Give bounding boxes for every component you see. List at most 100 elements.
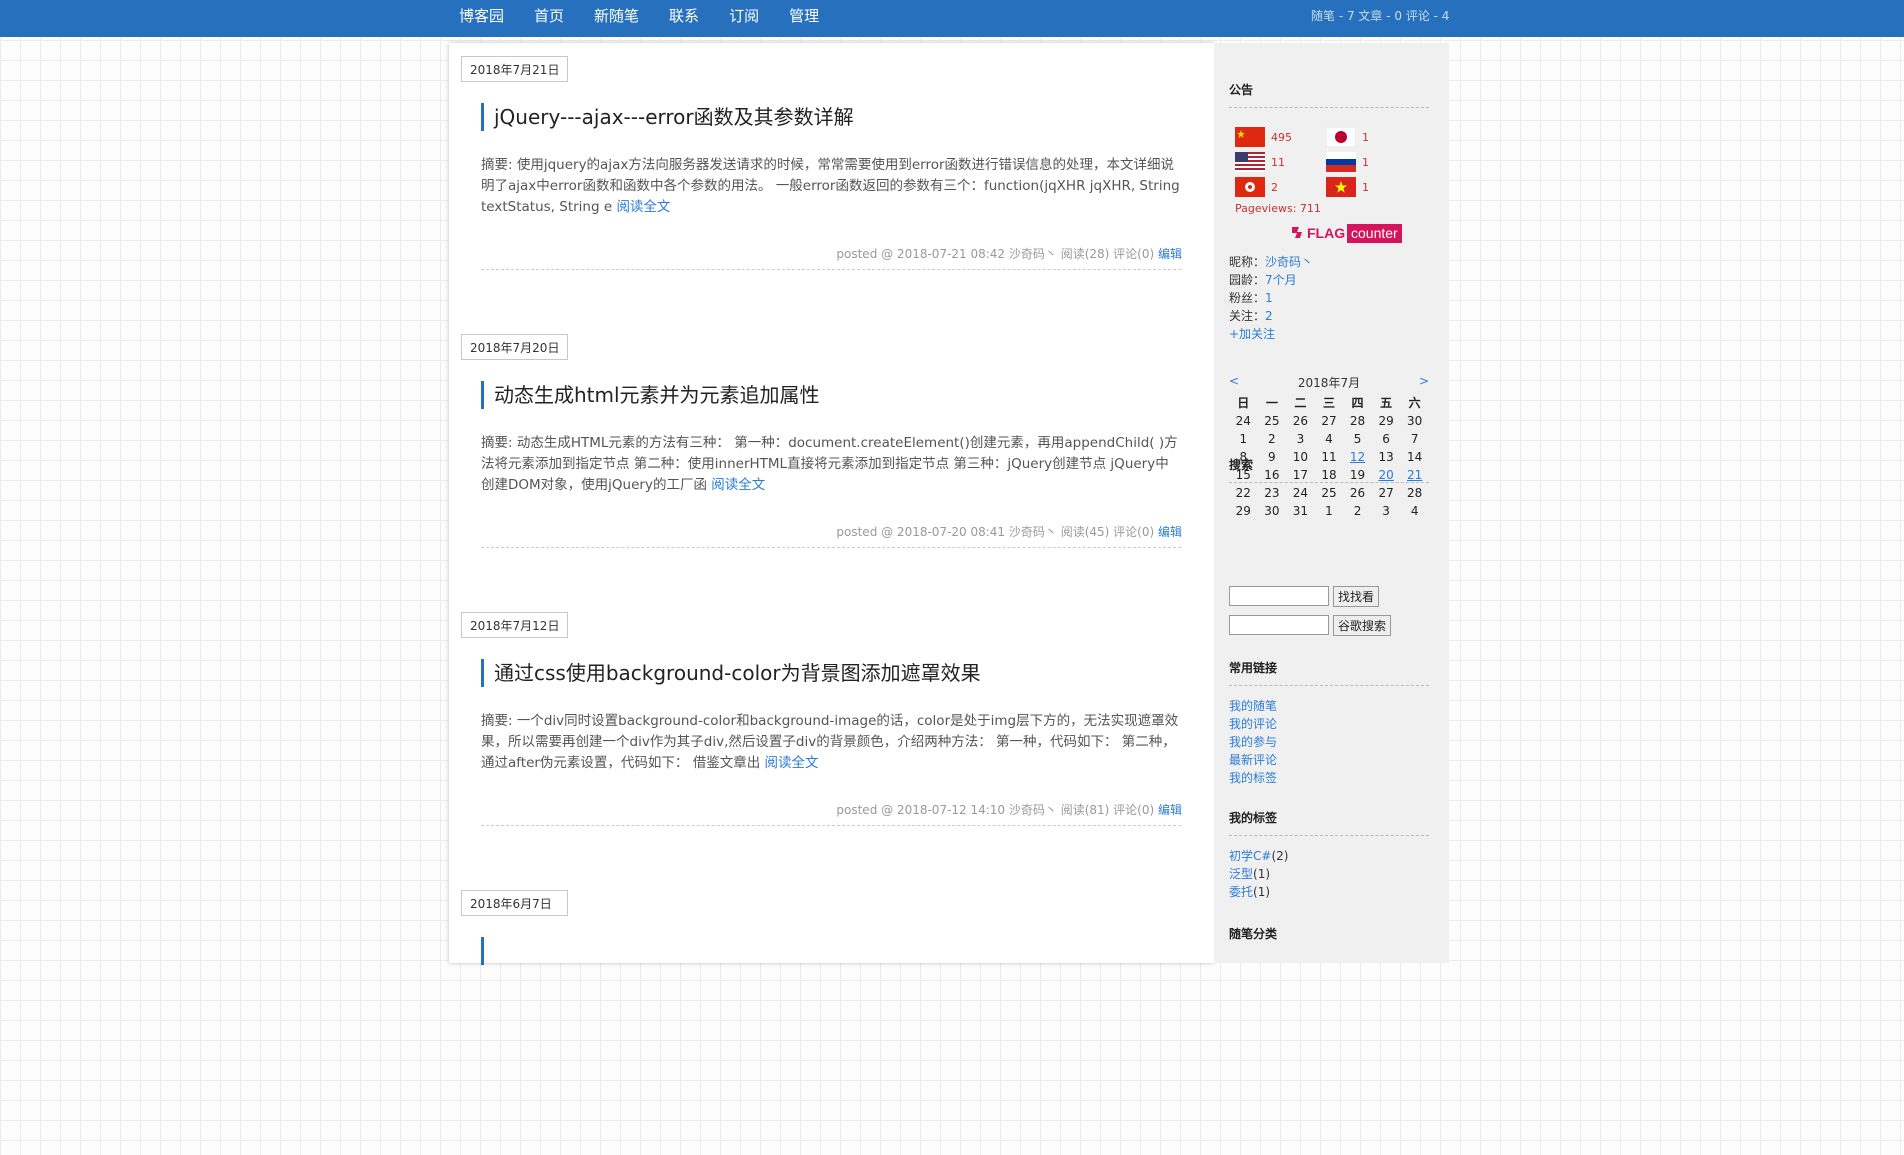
calendar-grid: 日一二三四五六 24 25 26 27 28 29 30 1 2 3 4 5 6 7 8 9 10 11 12 13 1…	[1229, 392, 1429, 520]
read-more-link[interactable]: 阅读全文	[711, 477, 765, 493]
nav-home[interactable]: 首页	[519, 0, 579, 37]
calendar-day: 2	[1353, 504, 1362, 518]
post-date: 2018年7月12日	[461, 612, 568, 638]
calendar-day: 27	[1378, 486, 1394, 500]
link-my-tags[interactable]: 我的标签	[1229, 771, 1277, 785]
blog-stats: 随笔 - 7 文章 - 0 评论 - 4	[1311, 9, 1450, 23]
nav-new-post[interactable]: 新随笔	[579, 0, 654, 37]
calendar-day: 26	[1349, 486, 1366, 500]
read-more-link[interactable]: 阅读全文	[616, 199, 670, 215]
follow-link[interactable]: 2	[1265, 309, 1273, 323]
google-search-button[interactable]: 谷歌搜索	[1333, 615, 1392, 636]
calendar-day: 2	[1268, 432, 1276, 446]
calendar-days: 24 25 26 27 28 29 30 1 2 3 4 5 6 7 8 9 10 11 12 13 14 15 16 17 1…	[1229, 412, 1429, 520]
link-my-participation[interactable]: 我的参与	[1229, 735, 1277, 749]
edit-link[interactable]: 编辑	[1158, 803, 1182, 817]
calendar-day: 27	[1321, 414, 1337, 428]
nav-admin[interactable]: 管理	[774, 0, 834, 37]
tag-link[interactable]: 委托	[1229, 885, 1253, 899]
search-row-1: 找找看	[1229, 586, 1380, 607]
search-title: 搜索	[1229, 458, 1254, 472]
calendar-weekday: 一	[1265, 395, 1278, 410]
age-label: 园龄：	[1229, 273, 1266, 287]
tag-link[interactable]: 初学C#	[1229, 849, 1271, 863]
age-link[interactable]: 7个月	[1265, 273, 1297, 287]
main-nav: 博客园 首页 新随笔 联系 订阅 管理	[444, 0, 834, 37]
divider	[1229, 685, 1429, 686]
post-item: 2018年7月12日 通过css使用background-color为背景图添加…	[449, 599, 1214, 877]
post-item: 2018年7月20日 动态生成html元素并为元素追加属性 摘要: 动态生成HT…	[449, 321, 1214, 599]
read-more-link[interactable]: 阅读全文	[765, 755, 819, 771]
calendar-weekdays: 日一 二三 四 五六	[1229, 392, 1429, 412]
calendar-day: 13	[1378, 450, 1394, 464]
flag-counter-text-1: FLAG	[1307, 225, 1346, 241]
tag-count: (2)	[1271, 849, 1289, 863]
calendar-day: 4	[1410, 504, 1419, 518]
nav-subscribe[interactable]: 订阅	[714, 0, 774, 37]
calendar-day: 26	[1292, 414, 1309, 428]
post-meta-text: posted @ 2018-07-21 08:42 沙奇码丶 阅读(28) 评论…	[836, 247, 1155, 261]
calendar-day: 23	[1264, 486, 1280, 500]
post-divider	[481, 547, 1181, 548]
summary-text: 摘要: 使用jquery的ajax方法向服务器发送请求的时候，常常需要使用到er…	[481, 157, 1180, 215]
post-title[interactable]: jQuery---ajax---error函数及其参数详解	[481, 103, 854, 131]
search-input[interactable]	[1229, 586, 1329, 606]
calendar-day: 25	[1264, 414, 1280, 428]
calendar-week: 1 2 3 4 5 6 7	[1229, 430, 1429, 448]
post-meta-text: posted @ 2018-07-12 14:10 沙奇码丶 阅读(81) 评论…	[836, 803, 1155, 817]
calendar-day: 6	[1382, 432, 1390, 446]
tag-count: (1)	[1253, 867, 1271, 881]
calendar-week: 8 9 10 11 12 13 14	[1229, 448, 1429, 466]
nav-contact[interactable]: 联系	[654, 0, 714, 37]
flag-counter-logo[interactable]: FLAG counter	[1290, 224, 1420, 243]
link-my-comments[interactable]: 我的评论	[1229, 717, 1277, 731]
calendar-weekday: 五	[1380, 395, 1393, 410]
summary-text: 摘要: 一个div同时设置background-color和background…	[481, 713, 1179, 771]
calendar-day: 1	[1325, 504, 1333, 518]
calendar-day: 29	[1378, 414, 1394, 428]
calendar-day: 25	[1321, 486, 1337, 500]
post-title[interactable]: 通过css使用background-color为背景图添加遮罩效果	[481, 659, 981, 687]
follow-label: 关注：	[1229, 309, 1266, 323]
post-summary: 摘要: 使用jquery的ajax方法向服务器发送请求的时候，常常需要使用到er…	[481, 155, 1181, 218]
search-button[interactable]: 找找看	[1333, 586, 1380, 607]
post-list: 2018年7月21日 jQuery---ajax---error函数及其参数详解…	[449, 43, 1214, 965]
tag-link[interactable]: 泛型	[1229, 867, 1253, 881]
post-title-partial	[481, 937, 494, 965]
nav-cnblogs[interactable]: 博客园	[444, 0, 519, 37]
divider	[1229, 835, 1429, 836]
calendar-day: 30	[1407, 414, 1423, 428]
calendar-weekday: 日	[1237, 395, 1250, 410]
edit-link[interactable]: 编辑	[1158, 247, 1182, 261]
post-item: 2018年7月21日 jQuery---ajax---error函数及其参数详解…	[449, 43, 1214, 321]
sidebar: 公告 495 1 11 1 2 1 Pageviews: 711 FLAG co…	[1214, 43, 1449, 963]
flag-count: 1	[1362, 131, 1369, 144]
profile-info: 昵称：沙奇码丶 园龄：7个月 粉丝：1 关注：2 +加关注	[1229, 253, 1313, 343]
calendar-week: 22 23 24 25 26 27 28	[1229, 484, 1429, 502]
fans-link[interactable]: 1	[1265, 291, 1273, 305]
post-title[interactable]: 动态生成html元素并为元素追加属性	[481, 381, 820, 409]
category-title: 随笔分类	[1229, 927, 1278, 941]
link-my-posts[interactable]: 我的随笔	[1229, 699, 1277, 713]
divider	[1229, 107, 1429, 108]
edit-link[interactable]: 编辑	[1158, 525, 1182, 539]
nickname-link[interactable]: 沙奇码丶	[1265, 255, 1313, 269]
notice-title: 公告	[1229, 83, 1254, 97]
calendar-day: 11	[1321, 450, 1337, 464]
calendar-day: 3	[1296, 432, 1305, 446]
calendar-week: 24 25 26 27 28 29 30	[1229, 412, 1429, 430]
google-search-input[interactable]	[1229, 615, 1329, 635]
china-flag-icon	[1235, 127, 1265, 147]
post-summary: 摘要: 一个div同时设置background-color和background…	[481, 711, 1181, 774]
add-follow-button[interactable]: +加关注	[1229, 327, 1275, 341]
calendar-day: 22	[1235, 486, 1251, 500]
common-links: 我的随笔 我的评论 我的参与 最新评论 我的标签	[1229, 697, 1277, 787]
calendar-prev-button[interactable]: <	[1229, 374, 1239, 388]
fans-label: 粉丝：	[1229, 291, 1266, 305]
calendar-day: 24	[1292, 486, 1309, 500]
link-latest-comments[interactable]: 最新评论	[1229, 753, 1277, 767]
calendar-day-link[interactable]: 12	[1343, 448, 1372, 466]
calendar-next-button[interactable]: >	[1419, 374, 1429, 388]
post-meta: posted @ 2018-07-21 08:42 沙奇码丶 阅读(28) 评论…	[836, 245, 1182, 262]
calendar-weekday: 六	[1408, 395, 1421, 410]
